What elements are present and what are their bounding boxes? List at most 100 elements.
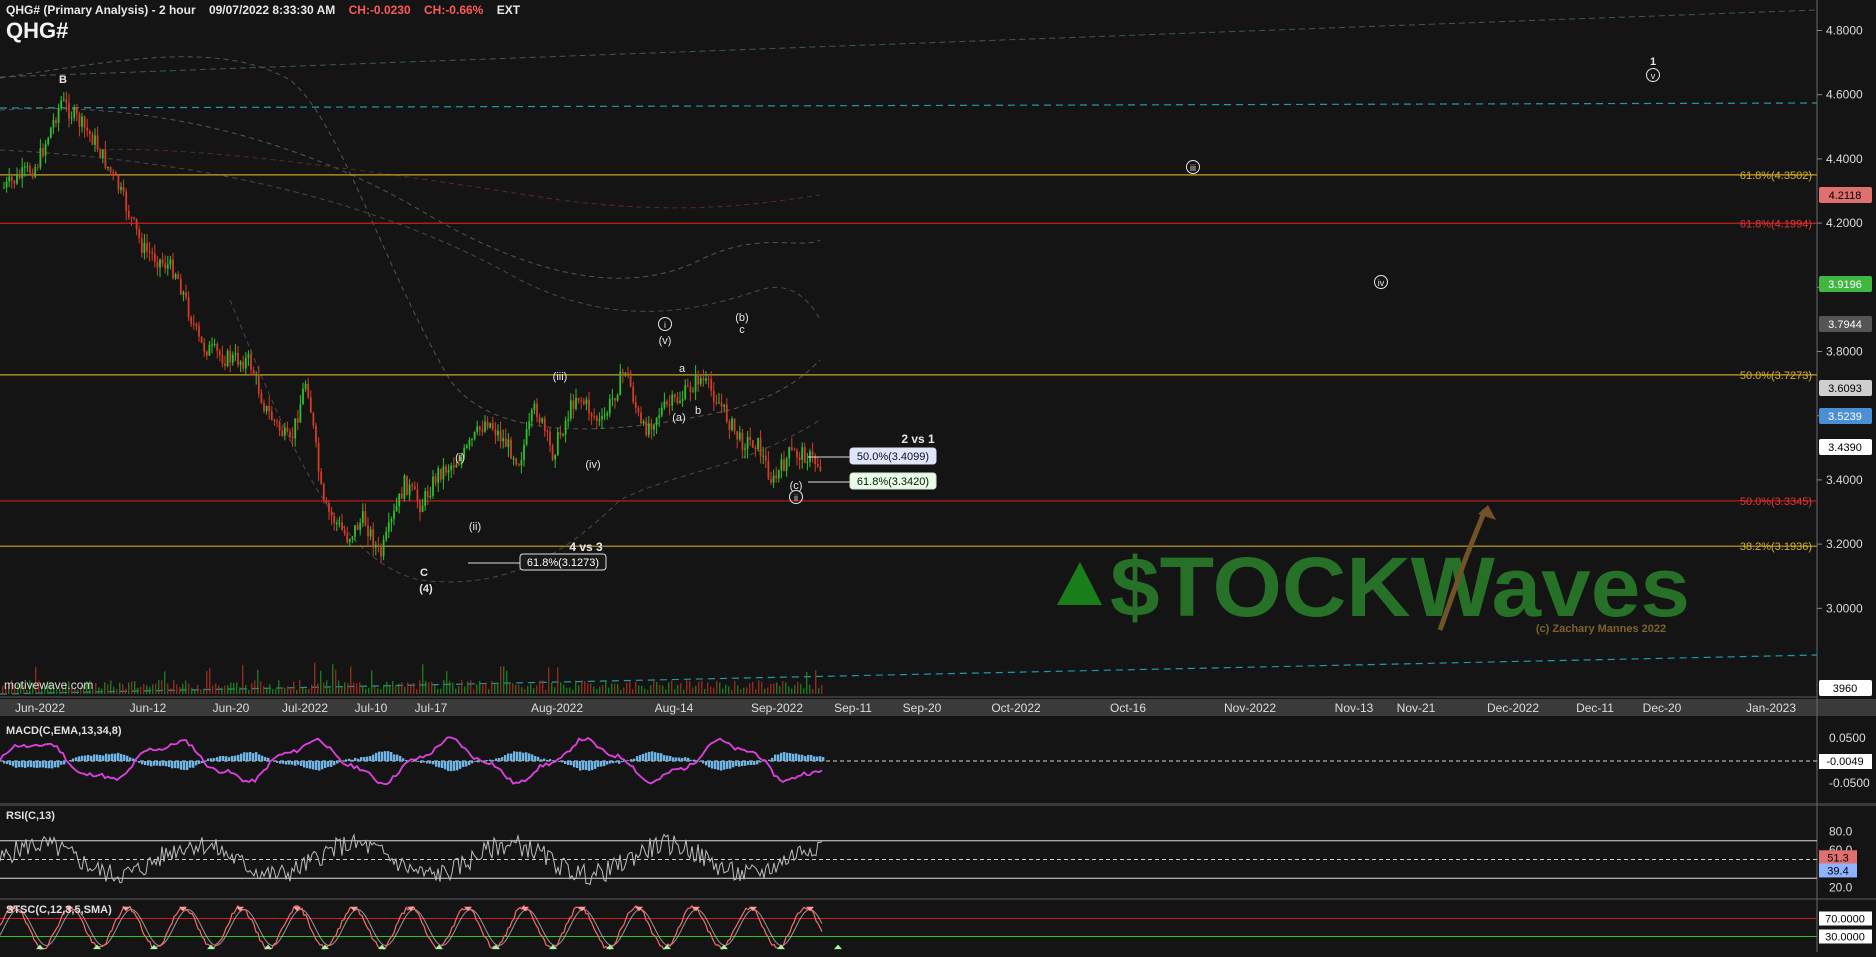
volume-bar xyxy=(293,681,294,694)
macd-histogram-bar xyxy=(492,760,494,761)
macd-histogram-bar xyxy=(321,761,323,769)
macd-histogram-bar xyxy=(261,756,263,761)
macd-panel-title: MACD(C,EMA,13,34,8) xyxy=(6,725,122,737)
macd-histogram-bar xyxy=(414,761,416,762)
price-candle-body xyxy=(443,466,445,479)
macd-histogram-bar xyxy=(729,761,731,769)
macd-histogram-bar xyxy=(192,761,194,768)
price-candle-body xyxy=(346,534,348,543)
volume-bar xyxy=(341,687,342,694)
volume-bar xyxy=(644,689,645,694)
price-tag-label: 3.7944 xyxy=(1828,319,1862,331)
macd-histogram-bar xyxy=(582,761,584,770)
price-candle-body xyxy=(341,523,343,530)
price-candle-body xyxy=(206,351,208,355)
price-candle-body xyxy=(94,135,96,144)
volume-bar xyxy=(704,689,705,694)
price-candle-body xyxy=(604,415,606,416)
wave-label: (v) xyxy=(659,335,672,347)
price-candle-body xyxy=(552,446,554,460)
price-candle-body xyxy=(744,449,746,450)
price-candle-body xyxy=(801,447,803,460)
macd-histogram-bar xyxy=(453,761,455,771)
chart-canvas[interactable]: 4.80004.60004.40004.20004.00003.80003.60… xyxy=(0,0,1876,952)
price-candle-body xyxy=(752,440,754,448)
macd-histogram-bar xyxy=(615,761,617,763)
price-candle-body xyxy=(3,188,5,189)
price-candle-body xyxy=(656,418,658,425)
macd-histogram-bar xyxy=(579,761,581,771)
price-candle-body xyxy=(177,274,179,279)
macd-histogram-bar xyxy=(438,761,440,767)
macd-histogram-bar xyxy=(738,761,740,767)
price-candle-body xyxy=(97,135,99,149)
price-candle-body xyxy=(6,181,8,187)
price-candle-body xyxy=(497,431,499,435)
macd-histogram-bar xyxy=(651,751,653,761)
macd-histogram-bar xyxy=(540,759,542,761)
rsi-value-label: 39.4 xyxy=(1827,865,1848,877)
macd-histogram-bar xyxy=(822,757,824,761)
price-tick-label: 3.2000 xyxy=(1826,537,1863,551)
price-candle-body xyxy=(209,345,211,356)
price-candle-body xyxy=(820,467,822,471)
price-candle-body xyxy=(45,144,47,156)
price-tag-label: 3.6093 xyxy=(1828,383,1862,395)
price-candle-body xyxy=(466,445,468,447)
volume-bar xyxy=(710,687,711,694)
price-candle-body xyxy=(635,402,637,408)
macd-histogram-bar xyxy=(564,761,566,764)
macd-histogram-bar xyxy=(687,758,689,761)
macd-histogram-bar xyxy=(228,757,230,761)
fib-label: 50.0%(3.3345) xyxy=(1740,496,1812,508)
macd-histogram-bar xyxy=(702,761,704,763)
price-candle-body xyxy=(79,114,81,126)
macd-histogram-bar xyxy=(225,756,227,761)
macd-histogram-bar xyxy=(120,754,122,761)
macd-histogram-bar xyxy=(468,761,470,765)
macd-histogram-bar xyxy=(444,761,446,769)
volume-bar xyxy=(431,682,432,694)
volume-bar xyxy=(770,684,771,694)
volume-bar xyxy=(548,667,549,694)
macd-histogram-bar xyxy=(369,756,371,761)
session-badge: EXT xyxy=(497,3,520,17)
macd-tick-label: -0.0500 xyxy=(1829,776,1870,790)
volume-bar xyxy=(740,689,741,694)
price-candle-body xyxy=(716,402,718,403)
macd-histogram-bar xyxy=(441,761,443,768)
macd-histogram-bar xyxy=(474,761,476,762)
price-tag-label: 3.4390 xyxy=(1828,442,1862,454)
volume-bar xyxy=(800,684,801,694)
macd-histogram-bar xyxy=(348,759,350,761)
macd-histogram-bar xyxy=(747,761,749,765)
price-candle-body xyxy=(73,108,75,118)
price-candle-body xyxy=(47,138,49,144)
rsi-value-label: 51.3 xyxy=(1827,852,1848,864)
volume-bar xyxy=(134,681,135,694)
price-candle-body xyxy=(606,413,608,415)
volume-bar xyxy=(440,689,441,694)
volume-bar xyxy=(605,680,606,694)
volume-bar xyxy=(338,681,339,694)
volume-bar xyxy=(185,681,186,694)
price-candle-body xyxy=(248,354,250,357)
price-candle-body xyxy=(302,389,304,404)
volume-bar xyxy=(416,689,417,694)
price-candle-body xyxy=(547,431,549,432)
timestamp: 09/07/2022 8:33:30 AM xyxy=(209,3,335,17)
price-candle-body xyxy=(289,431,291,436)
price-candle-body xyxy=(146,243,148,252)
volume-bar xyxy=(554,687,555,694)
price-candle-body xyxy=(279,422,281,430)
stoch-panel-title: STSC(C,12,3,5,SMA) xyxy=(6,904,112,916)
volume-bar xyxy=(464,687,465,694)
price-candle-body xyxy=(736,431,738,439)
volume-bar xyxy=(401,682,402,694)
price-candle-body xyxy=(92,134,94,145)
price-candle-body xyxy=(237,353,239,365)
volume-bar xyxy=(395,685,396,694)
macd-histogram-bar xyxy=(642,754,644,761)
price-candle-body xyxy=(479,426,481,429)
volume-bar xyxy=(449,681,450,694)
